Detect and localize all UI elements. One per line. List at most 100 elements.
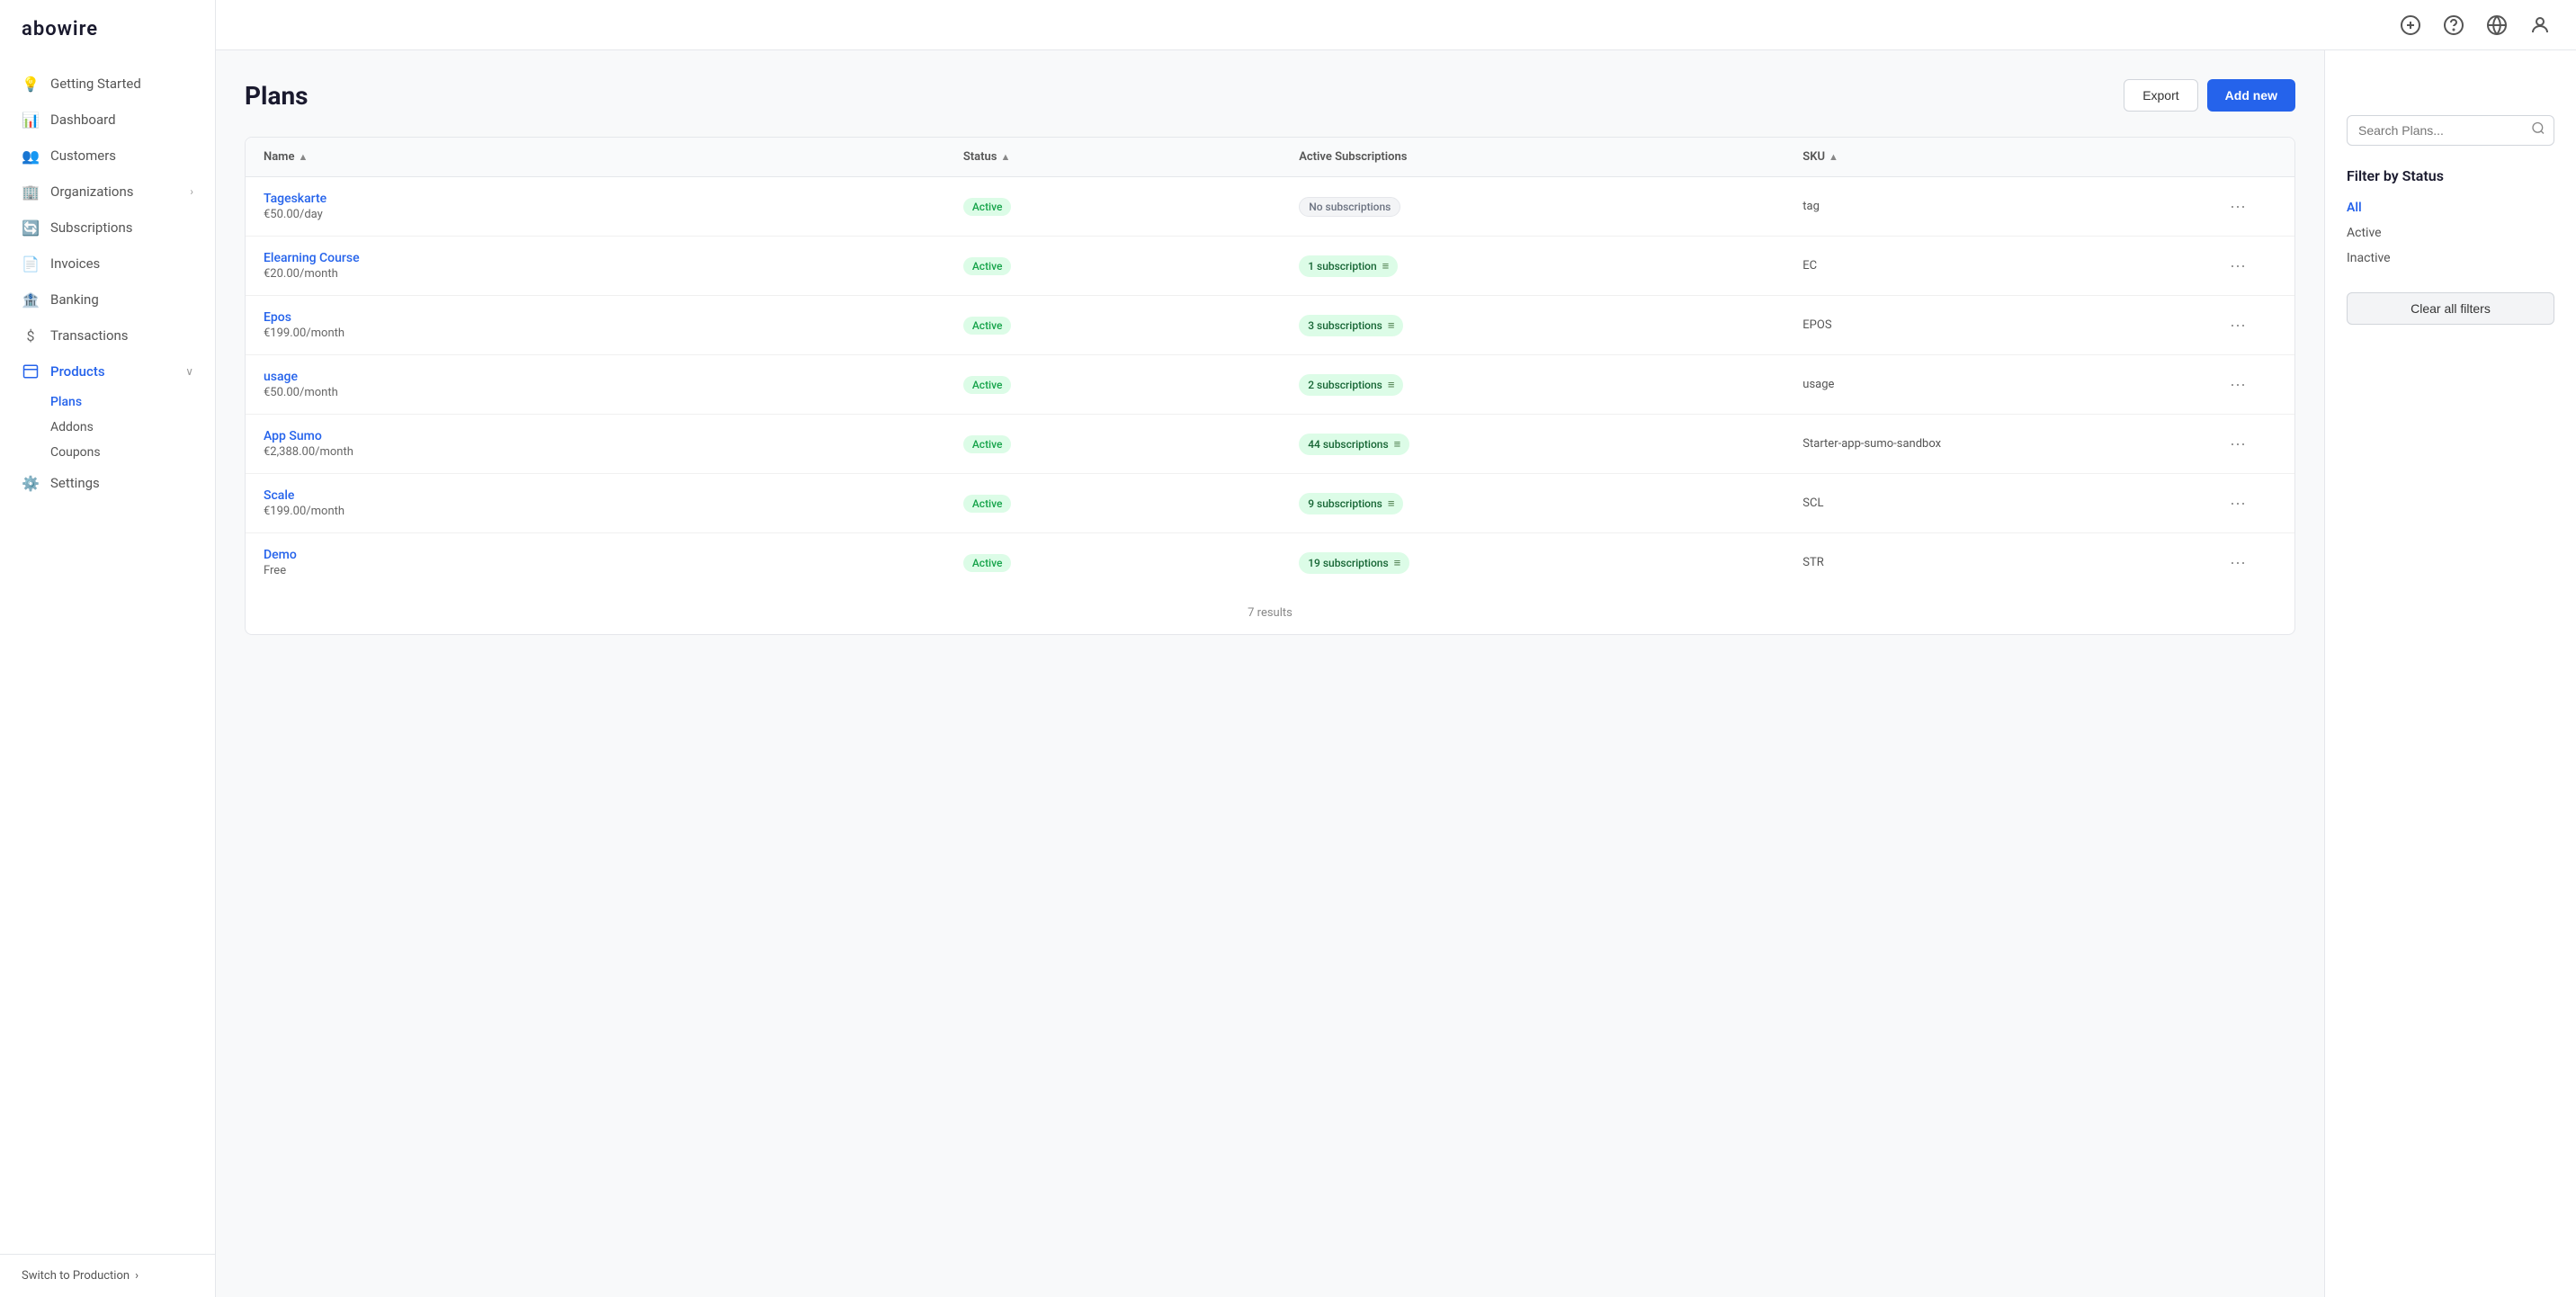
more-actions-button[interactable]: ··· (2223, 193, 2253, 219)
filter-title: Filter by Status (2347, 167, 2554, 184)
page-header: Plans Export Add new (245, 79, 2295, 112)
people-icon: 👥 (22, 147, 40, 165)
export-button[interactable]: Export (2124, 79, 2197, 112)
sidebar-item-subscriptions[interactable]: 🔄 Subscriptions (0, 210, 215, 246)
subscriptions-badge: 9 subscriptions ≡ (1299, 493, 1403, 514)
topbar (216, 0, 2576, 50)
refresh-icon: 🔄 (22, 219, 40, 237)
sidebar-item-customers[interactable]: 👥 Customers (0, 138, 215, 174)
filter-item-all[interactable]: All (2347, 195, 2554, 220)
sidebar-item-organizations[interactable]: 🏢 Organizations › (0, 174, 215, 210)
status-badge: Active (963, 317, 1012, 335)
more-actions-button[interactable]: ··· (2223, 490, 2253, 516)
plan-name-link[interactable]: App Sumo (264, 429, 963, 443)
sidebar-item-banking[interactable]: 🏦 Banking (0, 282, 215, 318)
plan-price: €199.00/month (264, 505, 963, 518)
list-icon[interactable]: ≡ (1394, 556, 1401, 570)
plan-name-link[interactable]: Scale (264, 488, 963, 503)
switch-to-production[interactable]: Switch to Production › (0, 1254, 215, 1297)
sidebar-item-getting-started[interactable]: 💡 Getting Started (0, 66, 215, 102)
sidebar-item-transactions[interactable]: $ Transactions (0, 318, 215, 353)
table-row: Elearning Course €20.00/month Active 1 s… (246, 237, 2294, 296)
globe-icon[interactable] (2482, 11, 2511, 40)
chevron-right-icon: › (190, 185, 193, 198)
sidebar-item-products[interactable]: Products ∨ (0, 353, 215, 389)
sidebar: abowire 💡 Getting Started 📊 Dashboard 👥 … (0, 0, 216, 1297)
status-cell: Active (963, 435, 1299, 453)
status-badge: Active (963, 554, 1012, 572)
search-button[interactable] (2531, 121, 2545, 140)
table-row: usage €50.00/month Active 2 subscription… (246, 355, 2294, 415)
sub-nav-addons[interactable]: Addons (50, 415, 215, 440)
sidebar-item-label: Organizations (50, 183, 134, 200)
org-row: Organizations › (50, 183, 193, 200)
sku-cell: tag (1802, 200, 2223, 213)
plan-name-cell: Tageskarte €50.00/day (264, 192, 963, 221)
sidebar-item-invoices[interactable]: 📄 Invoices (0, 246, 215, 282)
plan-price: €199.00/month (264, 326, 963, 340)
status-badge: Active (963, 495, 1012, 513)
clear-filters-button[interactable]: Clear all filters (2347, 292, 2554, 325)
status-badge: Active (963, 257, 1012, 275)
plus-circle-icon[interactable] (2396, 11, 2425, 40)
status-badge: Active (963, 198, 1012, 216)
help-icon[interactable] (2439, 11, 2468, 40)
sidebar-item-dashboard[interactable]: 📊 Dashboard (0, 102, 215, 138)
products-row: Products ∨ (50, 363, 193, 380)
user-icon[interactable] (2526, 11, 2554, 40)
main-content: Plans Export Add new Name ▲ Status ▲ Act… (216, 50, 2324, 1297)
products-sub-nav: Plans Addons Coupons (0, 389, 215, 465)
bank-icon: 🏦 (22, 291, 40, 309)
subscriptions-badge: 44 subscriptions ≡ (1299, 434, 1409, 455)
status-badge: Active (963, 435, 1012, 453)
subscriptions-cell: 2 subscriptions ≡ (1299, 374, 1802, 396)
status-cell: Active (963, 495, 1299, 513)
plan-name-link[interactable]: Tageskarte (264, 192, 963, 206)
th-actions (2223, 150, 2276, 164)
plan-name-cell: Scale €199.00/month (264, 488, 963, 518)
th-name[interactable]: Name ▲ (264, 150, 963, 164)
list-icon[interactable]: ≡ (1388, 318, 1395, 333)
subscriptions-cell: 19 subscriptions ≡ (1299, 552, 1802, 574)
sidebar-item-settings[interactable]: ⚙️ Settings (0, 465, 215, 501)
no-subscriptions-badge: No subscriptions (1299, 197, 1400, 217)
th-status[interactable]: Status ▲ (963, 150, 1299, 164)
plan-name-cell: Demo Free (264, 548, 963, 577)
sort-icon-status: ▲ (1000, 151, 1010, 163)
plan-price: €50.00/month (264, 386, 963, 399)
more-actions-button[interactable]: ··· (2223, 550, 2253, 576)
th-sku[interactable]: SKU ▲ (1802, 150, 2223, 164)
more-actions-button[interactable]: ··· (2223, 312, 2253, 338)
plan-name-link[interactable]: Epos (264, 310, 963, 325)
subscriptions-badge: 19 subscriptions ≡ (1299, 552, 1409, 574)
sku-cell: Starter-app-sumo-sandbox (1802, 437, 2223, 451)
th-subscriptions: Active Subscriptions (1299, 150, 1802, 164)
plan-name-link[interactable]: Demo (264, 548, 963, 562)
plan-price: €50.00/day (264, 208, 963, 221)
more-actions-button[interactable]: ··· (2223, 253, 2253, 279)
status-cell: Active (963, 376, 1299, 394)
status-cell: Active (963, 257, 1299, 275)
more-actions-button[interactable]: ··· (2223, 431, 2253, 457)
add-new-button[interactable]: Add new (2207, 79, 2295, 112)
list-icon[interactable]: ≡ (1382, 259, 1390, 273)
plan-name-link[interactable]: usage (264, 370, 963, 384)
status-badge: Active (963, 376, 1012, 394)
sub-nav-plans[interactable]: Plans (50, 389, 215, 415)
lightbulb-icon: 💡 (22, 75, 40, 93)
sub-nav-coupons[interactable]: Coupons (50, 440, 215, 465)
search-input[interactable] (2347, 115, 2554, 146)
more-actions-button[interactable]: ··· (2223, 371, 2253, 398)
chart-icon: 📊 (22, 111, 40, 129)
filter-item-active[interactable]: Active (2347, 220, 2554, 246)
list-icon[interactable]: ≡ (1394, 437, 1401, 452)
sku-cell: usage (1802, 378, 2223, 391)
status-cell: Active (963, 317, 1299, 335)
sidebar-item-label: Transactions (50, 327, 129, 344)
list-icon[interactable]: ≡ (1388, 378, 1395, 392)
sku-cell: EPOS (1802, 318, 2223, 332)
filter-item-inactive[interactable]: Inactive (2347, 246, 2554, 271)
list-icon[interactable]: ≡ (1388, 496, 1395, 511)
plan-name-link[interactable]: Elearning Course (264, 251, 963, 265)
sidebar-item-label: Settings (50, 475, 100, 491)
